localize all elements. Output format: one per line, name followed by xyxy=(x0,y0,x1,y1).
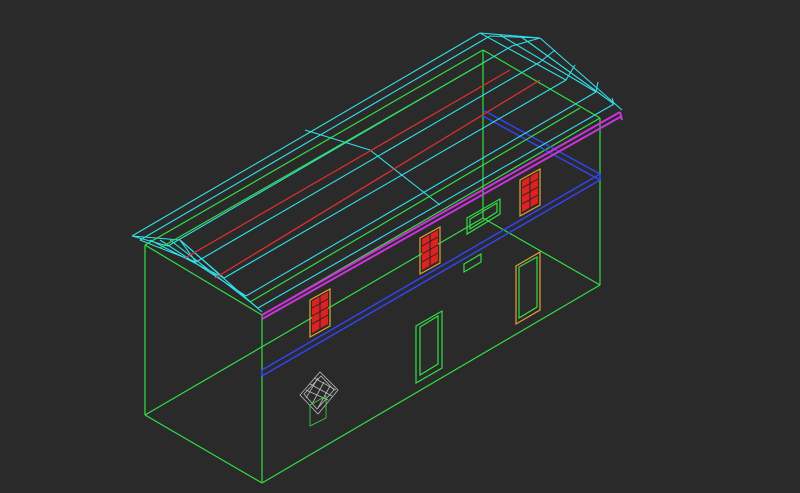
cad-viewport[interactable] xyxy=(0,0,800,493)
ridge-line xyxy=(184,69,511,259)
door-right[interactable] xyxy=(515,250,541,326)
window-middle[interactable] xyxy=(419,225,441,276)
window-right[interactable] xyxy=(519,167,541,218)
roof-line xyxy=(257,103,615,309)
hip-line xyxy=(169,239,259,309)
hip-line xyxy=(499,34,597,93)
eave-line xyxy=(261,111,621,316)
beam-line xyxy=(482,109,601,175)
wall-edge xyxy=(482,217,601,286)
wall-edge xyxy=(144,244,263,316)
beam-line xyxy=(261,173,601,371)
doors xyxy=(415,197,541,385)
door-left[interactable] xyxy=(415,309,443,385)
vent-grille[interactable] xyxy=(299,371,339,427)
roof-edge xyxy=(131,32,481,237)
hip-line xyxy=(159,239,247,297)
window-left[interactable] xyxy=(309,287,331,339)
roof-line xyxy=(223,79,567,279)
roof-line xyxy=(245,91,597,297)
eave-trim xyxy=(261,111,623,320)
wall-edge xyxy=(144,414,263,484)
wireframe-canvas[interactable] xyxy=(0,0,800,493)
hip-line xyxy=(519,35,615,105)
exterior-walls xyxy=(144,49,601,484)
hip-roof xyxy=(131,32,623,313)
eave-line xyxy=(619,111,623,121)
upper-windows xyxy=(309,167,541,339)
roof-edge xyxy=(539,37,623,111)
roof-line xyxy=(139,35,491,241)
